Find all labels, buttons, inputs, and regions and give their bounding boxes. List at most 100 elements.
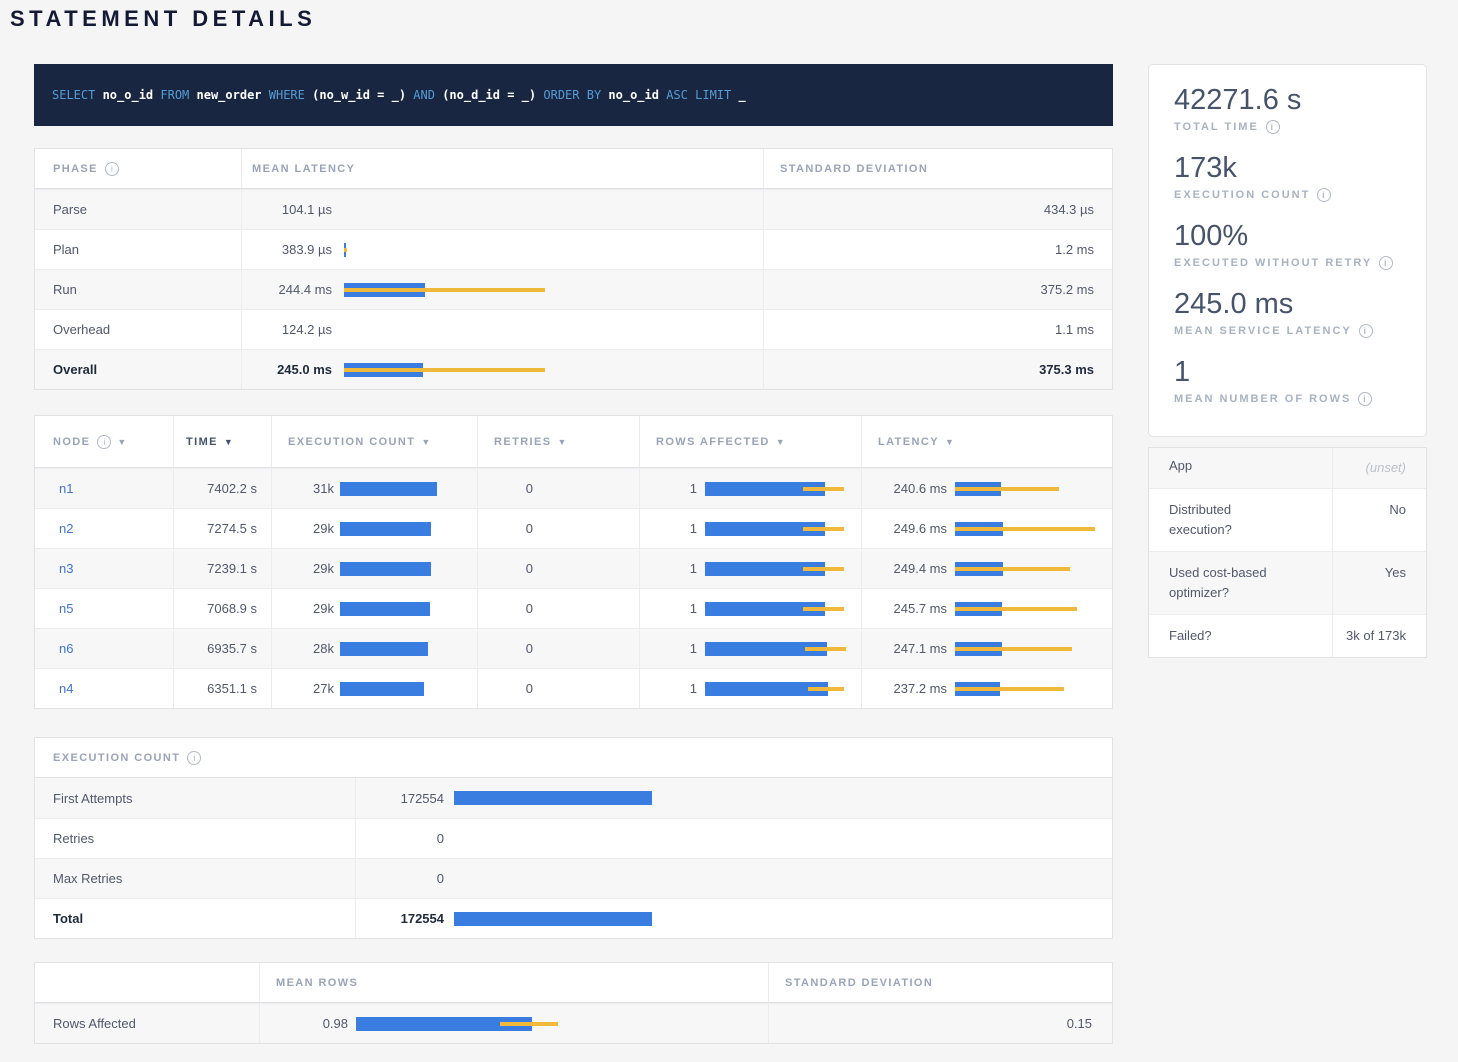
retries-value: 0	[478, 641, 533, 656]
statement-attributes-table: App (unset) Distributed execution? No Us…	[1148, 447, 1427, 658]
rows-affected-column-header[interactable]: ROWS AFFECTED	[639, 416, 861, 467]
execution-count-bar	[454, 832, 1112, 846]
retries-value: 0	[478, 601, 533, 616]
node-link[interactable]: n6	[59, 641, 73, 656]
execution-count-bar	[340, 682, 477, 696]
table-row: n1 7402.2 s 31k 0 1 240.6 ms	[35, 468, 1112, 508]
rows-affected-table: MEAN ROWS STANDARD DEVIATION Rows Affect…	[34, 962, 1113, 1044]
info-icon[interactable]	[105, 162, 119, 176]
stat-value: 100%	[1174, 219, 1426, 253]
stat-value: 42271.6 s	[1174, 83, 1426, 117]
rows-affected-bar	[705, 522, 861, 536]
latency-bar	[955, 482, 1112, 496]
exec-row-value: 0	[356, 831, 444, 846]
latency-bar	[955, 682, 1112, 696]
execution-count-bar	[340, 482, 477, 496]
exec-row-label: Total	[35, 899, 355, 938]
std-dev-value: 0.15	[769, 1004, 1112, 1043]
table-row: Retries 0	[35, 818, 1112, 858]
table-row-failed: Failed? 3k of 173k	[1149, 614, 1426, 657]
time-value: 7402.2 s	[173, 469, 271, 508]
execution-count-bar	[340, 642, 477, 656]
table-row: n6 6935.7 s 28k 0 1 247.1 ms	[35, 628, 1112, 668]
phase-name: Plan	[35, 230, 241, 269]
retries-value: 0	[478, 681, 533, 696]
stat-value: 245.0 ms	[1174, 287, 1426, 321]
latency-value: 249.4 ms	[862, 561, 947, 576]
info-icon[interactable]	[1358, 392, 1372, 406]
std-dev-value: 375.3 ms	[764, 350, 1112, 389]
rows-affected-bar	[705, 682, 861, 696]
node-link[interactable]: n1	[59, 481, 73, 496]
info-icon[interactable]	[1317, 188, 1331, 202]
std-dev-value: 434.3 µs	[764, 190, 1112, 229]
retries-column-header[interactable]: RETRIES	[477, 416, 639, 467]
rows-affected-bar	[705, 602, 861, 616]
table-row: First Attempts 172554	[35, 778, 1112, 818]
std-dev-header-cell: STANDARD DEVIATION	[764, 149, 1112, 188]
exec-row-value: 0	[356, 871, 444, 886]
rows-affected-table-header: MEAN ROWS STANDARD DEVIATION	[35, 963, 1112, 1003]
info-icon[interactable]	[1379, 256, 1393, 270]
mean-rows-value: 0.98	[276, 1016, 348, 1031]
info-icon[interactable]	[1359, 324, 1373, 338]
latency-column-header[interactable]: LATENCY	[861, 416, 1112, 467]
latency-bar	[955, 522, 1112, 536]
sort-arrow-icon	[557, 437, 566, 447]
node-link[interactable]: n2	[59, 521, 73, 536]
info-icon[interactable]	[97, 435, 111, 449]
exec-row-value: 172554	[356, 791, 444, 806]
node-link[interactable]: n3	[59, 561, 73, 576]
stat-mean-service-latency: 245.0 ms MEAN SERVICE LATENCY	[1174, 287, 1426, 338]
cost-based-optimizer-value: Yes	[1332, 552, 1426, 614]
stat-mean-number-of-rows: 1 MEAN NUMBER OF ROWS	[1174, 355, 1426, 406]
mean-rows-header-label: MEAN ROWS	[276, 977, 358, 989]
execution-count-value: 29k	[272, 561, 334, 576]
latency-bar	[344, 323, 763, 337]
page-title: STATEMENT DETAILS	[10, 6, 316, 32]
latency-bar	[955, 562, 1112, 576]
phase-name: Overall	[35, 350, 241, 389]
latency-value: 245.7 ms	[862, 601, 947, 616]
retries-value: 0	[478, 561, 533, 576]
phase-table-header: PHASE MEAN LATENCY STANDARD DEVIATION	[35, 149, 1112, 189]
execution-count-title: EXECUTION COUNT	[53, 752, 180, 764]
table-row: Plan 383.9 µs 1.2 ms	[35, 229, 1112, 269]
app-label: App	[1149, 448, 1332, 488]
latency-value: 247.1 ms	[862, 641, 947, 656]
execution-count-value: 29k	[272, 521, 334, 536]
std-dev-header-label: STANDARD DEVIATION	[769, 977, 933, 989]
info-icon[interactable]	[187, 751, 201, 765]
stat-total-time: 42271.6 s TOTAL TIME	[1174, 83, 1426, 134]
execution-count-value: 31k	[272, 481, 334, 496]
node-link[interactable]: n4	[59, 681, 73, 696]
exec-row-label: First Attempts	[35, 778, 355, 818]
node-column-header[interactable]: NODE	[35, 416, 173, 467]
std-dev-value: 1.2 ms	[764, 230, 1112, 269]
phase-name: Parse	[35, 190, 241, 229]
rows-affected-bar	[705, 562, 861, 576]
time-column-header[interactable]: TIME	[173, 416, 271, 467]
sort-arrow-icon	[776, 437, 785, 447]
mean-latency-header-cell: MEAN LATENCY	[241, 149, 764, 188]
time-value: 6935.7 s	[173, 629, 271, 668]
latency-bar	[955, 602, 1112, 616]
execution-count-column-header[interactable]: EXECUTION COUNT	[271, 416, 477, 467]
std-dev-value: 375.2 ms	[764, 270, 1112, 309]
retries-value: 0	[478, 521, 533, 536]
time-value: 7068.9 s	[173, 589, 271, 628]
exec-row-label: Max Retries	[35, 859, 355, 898]
time-value: 7239.1 s	[173, 549, 271, 588]
table-row-app: App (unset)	[1149, 448, 1426, 488]
rows-affected-value: 1	[640, 641, 697, 656]
table-row-total: Total 172554	[35, 898, 1112, 938]
sort-arrow-icon	[945, 437, 954, 447]
execution-count-table: EXECUTION COUNT First Attempts 172554 Re…	[34, 737, 1113, 939]
table-row: Rows Affected 0.98 0.15	[35, 1003, 1112, 1043]
stat-executed-without-retry: 100% EXECUTED WITHOUT RETRY	[1174, 219, 1426, 270]
latency-bar	[344, 363, 763, 377]
execution-count-value: 28k	[272, 641, 334, 656]
node-link[interactable]: n5	[59, 601, 73, 616]
info-icon[interactable]	[1266, 120, 1280, 134]
latency-bar	[344, 243, 763, 257]
